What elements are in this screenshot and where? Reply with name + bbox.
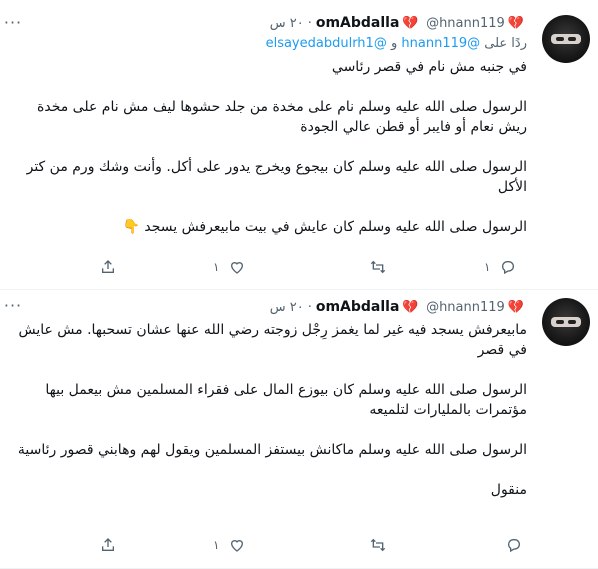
- tweet-actions: ١: [0, 535, 598, 555]
- tweet-actions: ١ ١: [0, 257, 598, 277]
- tweet-header: 💔omAbdalla 💔 @hnann119·٢٠ س: [14, 12, 527, 34]
- tweet-paragraph: الرسول صلى الله عليه وسلم كان بيجوع ويخر…: [26, 159, 527, 195]
- tweet-paragraph: في جنبه مش نام في قصر رئاسي: [331, 59, 527, 75]
- reply-and: و: [390, 36, 398, 51]
- display-name[interactable]: omAbdalla: [316, 299, 400, 315]
- display-name[interactable]: omAbdalla: [316, 15, 400, 31]
- retweet-icon: [370, 260, 386, 274]
- tweet-header: 💔omAbdalla 💔 @hnann119·٢٠ س: [14, 296, 527, 318]
- tweet-content: 💔omAbdalla 💔 @hnann119·٢٠ س ردًا على @hna…: [14, 12, 527, 237]
- avatar[interactable]: [542, 15, 590, 63]
- broken-heart-icon: 💔: [507, 16, 524, 31]
- tweet-paragraph: الرسول صلى الله عليه وسلم نام على مخدة م…: [37, 99, 527, 135]
- user-handle[interactable]: @hnann119: [426, 16, 505, 31]
- reply-context: ردًا على @hnann119 و @elsayedabdulrh1: [14, 34, 527, 54]
- mention-link[interactable]: @elsayedabdulrh1: [266, 36, 387, 51]
- reply-count: ١: [484, 260, 491, 274]
- share-button[interactable]: [100, 535, 116, 555]
- tweet-paragraph: مابيعرفش يسجد فيه غير لما يغمز رِجْل زوج…: [18, 322, 527, 358]
- mention-link[interactable]: @hnann119: [401, 36, 480, 51]
- reply-icon: [508, 539, 520, 553]
- tweet-text: في جنبه مش نام في قصر رئاسي الرسول صلى ا…: [14, 57, 527, 237]
- like-count: ١: [213, 260, 220, 274]
- reply-prefix: ردًا على: [484, 36, 527, 51]
- reply-button[interactable]: ١: [484, 257, 516, 277]
- like-button[interactable]: ١: [213, 257, 245, 277]
- like-button[interactable]: ١: [213, 535, 245, 555]
- timestamp[interactable]: ٢٠ س: [270, 16, 304, 31]
- broken-heart-icon: 💔: [507, 300, 524, 315]
- tweet-text: مابيعرفش يسجد فيه غير لما يغمز رِجْل زوج…: [14, 320, 527, 500]
- separator-dot: ·: [307, 300, 312, 315]
- tweet[interactable]: ··· 💔omAbdalla 💔 @hnann119·٢٠ س مابيعرفش …: [0, 290, 598, 569]
- timestamp[interactable]: ٢٠ س: [270, 300, 304, 315]
- broken-heart-icon: 💔: [402, 300, 419, 315]
- retweet-button[interactable]: [370, 257, 386, 277]
- separator-dot: ·: [307, 16, 312, 31]
- share-icon: [102, 260, 114, 273]
- reply-button[interactable]: [506, 535, 522, 555]
- tweet-paragraph: الرسول صلى الله عليه وسلم ماكانش بيستفز …: [17, 442, 527, 458]
- broken-heart-icon: 💔: [402, 16, 419, 31]
- tweet-paragraph: الرسول صلى الله عليه وسلم كان بيوزع الما…: [45, 382, 527, 418]
- like-icon: [231, 262, 244, 274]
- like-icon: [231, 540, 244, 552]
- user-handle[interactable]: @hnann119: [426, 300, 505, 315]
- avatar[interactable]: [542, 298, 590, 346]
- like-count: ١: [213, 538, 220, 552]
- tweet-content: 💔omAbdalla 💔 @hnann119·٢٠ س مابيعرفش يسجد…: [14, 296, 527, 500]
- tweet-paragraph: منقول: [490, 482, 527, 498]
- tweet-paragraph: الرسول صلى الله عليه وسلم كان عايش في بي…: [122, 219, 527, 235]
- retweet-icon: [370, 538, 386, 552]
- share-button[interactable]: [100, 257, 116, 277]
- reply-icon: [502, 261, 515, 275]
- retweet-button[interactable]: [370, 535, 386, 555]
- tweet[interactable]: ··· 💔omAbdalla 💔 @hnann119·٢٠ س ردًا على …: [0, 0, 598, 290]
- share-icon: [102, 538, 114, 551]
